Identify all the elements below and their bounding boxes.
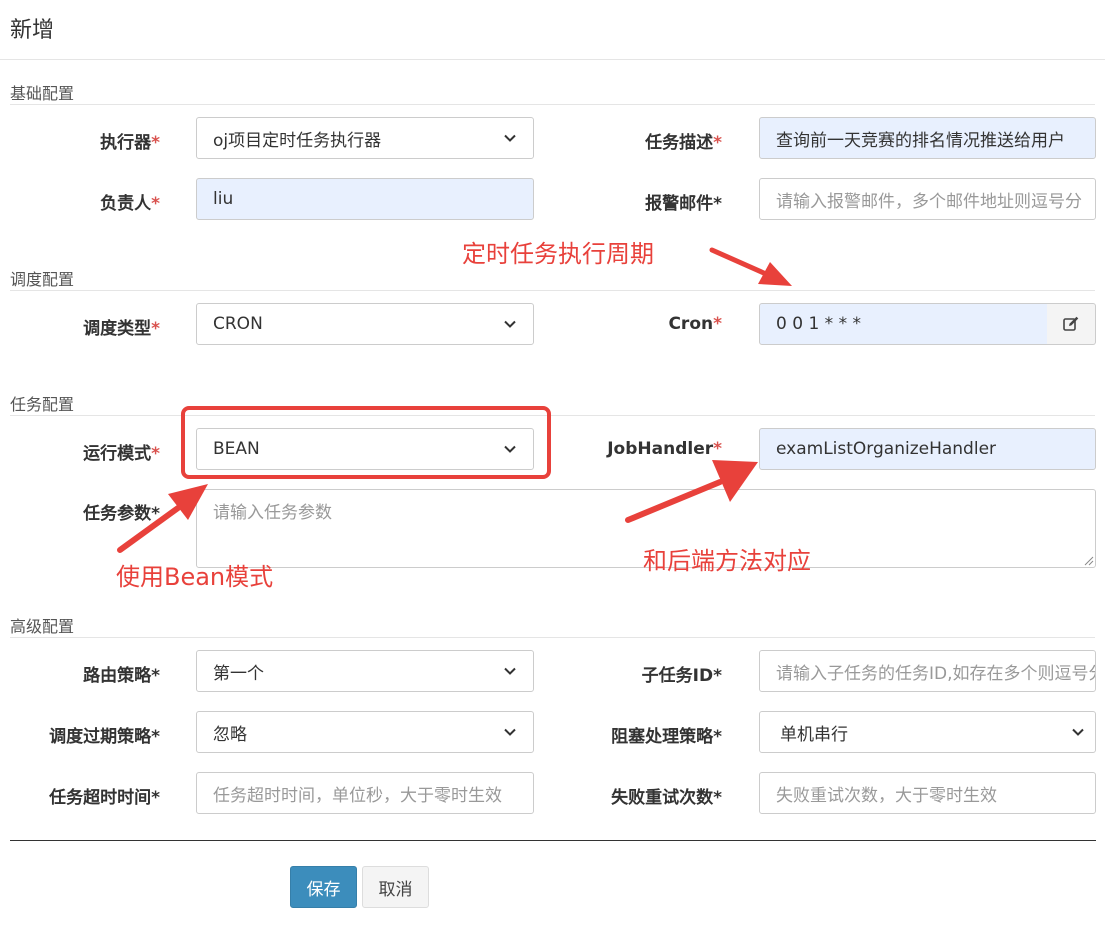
annotation-arrow-bean bbox=[117, 484, 208, 553]
author-label: 负责人* bbox=[100, 194, 160, 214]
glue-type-label: 运行模式* bbox=[83, 444, 160, 464]
child-job-id-placeholder: 请输入子任务的任务ID,如存在多个则逗号分隔 bbox=[776, 663, 1096, 684]
author-input[interactable]: liu bbox=[196, 178, 534, 220]
fail-retry-label: 失败重试次数* bbox=[611, 788, 722, 808]
cron-value: 0 0 1 * * * bbox=[776, 314, 861, 334]
annotation-bean-mode: 使用Bean模式 bbox=[116, 563, 274, 591]
annotation-cron-period: 定时任务执行周期 bbox=[462, 240, 654, 268]
section-divider bbox=[10, 290, 1095, 291]
job-handler-value: examListOrganizeHandler bbox=[776, 439, 997, 459]
edit-icon bbox=[1063, 316, 1079, 331]
misfire-strategy-value: 忽略 bbox=[213, 724, 247, 745]
cancel-button[interactable]: 取消 bbox=[362, 866, 429, 908]
chevron-down-icon bbox=[504, 320, 516, 328]
block-strategy-select[interactable]: 单机串行 bbox=[759, 711, 1096, 753]
job-handler-input[interactable]: examListOrganizeHandler bbox=[759, 428, 1096, 470]
job-desc-label: 任务描述* bbox=[645, 133, 722, 153]
job-desc-value: 查询前一天竞赛的排名情况推送给用户 bbox=[776, 130, 1065, 151]
annotation-highlight-box bbox=[181, 406, 551, 479]
child-job-id-label: 子任务ID* bbox=[641, 666, 722, 686]
executor-label: 执行器* bbox=[100, 133, 160, 153]
route-strategy-value: 第一个 bbox=[213, 663, 264, 684]
job-param-placeholder: 请输入任务参数 bbox=[213, 503, 332, 523]
chevron-down-icon bbox=[504, 728, 516, 736]
annotation-arrow-handler bbox=[625, 460, 758, 523]
annotation-arrow-cron bbox=[709, 247, 792, 286]
section-divider bbox=[10, 415, 1095, 416]
chevron-down-icon bbox=[1072, 728, 1084, 736]
cron-edit-button[interactable] bbox=[1047, 303, 1096, 345]
footer-divider bbox=[10, 840, 1096, 841]
misfire-strategy-select[interactable]: 忽略 bbox=[196, 711, 534, 753]
annotation-backend-method: 和后端方法对应 bbox=[643, 547, 811, 575]
misfire-strategy-label: 调度过期策略* bbox=[49, 727, 160, 747]
section-schedule: 调度配置 bbox=[10, 270, 75, 289]
timeout-label: 任务超时时间* bbox=[49, 788, 160, 808]
executor-select[interactable]: oj项目定时任务执行器 bbox=[196, 117, 534, 159]
resize-handle-icon[interactable] bbox=[1082, 554, 1094, 566]
route-strategy-label: 路由策略* bbox=[83, 666, 160, 686]
title-divider bbox=[0, 59, 1105, 60]
section-advanced: 高级配置 bbox=[10, 617, 75, 636]
section-task: 任务配置 bbox=[10, 395, 75, 414]
section-basic: 基础配置 bbox=[10, 84, 75, 103]
block-strategy-value: 单机串行 bbox=[780, 724, 848, 745]
author-value: liu bbox=[213, 189, 234, 209]
dialog-title: 新增 bbox=[10, 18, 55, 43]
chevron-down-icon bbox=[504, 134, 516, 142]
schedule-type-value: CRON bbox=[213, 314, 263, 334]
child-job-id-input[interactable]: 请输入子任务的任务ID,如存在多个则逗号分隔 bbox=[759, 650, 1096, 692]
section-divider bbox=[10, 637, 1095, 638]
cron-input[interactable]: 0 0 1 * * * bbox=[759, 303, 1048, 345]
section-divider bbox=[10, 104, 1095, 105]
job-desc-input[interactable]: 查询前一天竞赛的排名情况推送给用户 bbox=[759, 117, 1096, 159]
schedule-type-select[interactable]: CRON bbox=[196, 303, 534, 345]
chevron-down-icon bbox=[504, 667, 516, 675]
executor-value: oj项目定时任务执行器 bbox=[213, 130, 382, 151]
fail-retry-input[interactable]: 失败重试次数，大于零时生效 bbox=[759, 772, 1096, 814]
schedule-type-label: 调度类型* bbox=[83, 319, 160, 339]
fail-retry-placeholder: 失败重试次数，大于零时生效 bbox=[776, 785, 997, 806]
alarm-email-label: 报警邮件* bbox=[645, 194, 722, 214]
save-button[interactable]: 保存 bbox=[290, 866, 357, 908]
cron-label: Cron* bbox=[668, 314, 722, 334]
route-strategy-select[interactable]: 第一个 bbox=[196, 650, 534, 692]
timeout-input[interactable]: 任务超时时间，单位秒，大于零时生效 bbox=[196, 772, 534, 814]
block-strategy-label: 阻塞处理策略* bbox=[611, 727, 722, 747]
timeout-placeholder: 任务超时时间，单位秒，大于零时生效 bbox=[213, 785, 502, 806]
alarm-email-input[interactable]: 请输入报警邮件，多个邮件地址则逗号分 bbox=[759, 178, 1096, 220]
alarm-email-placeholder: 请输入报警邮件，多个邮件地址则逗号分 bbox=[776, 191, 1082, 212]
